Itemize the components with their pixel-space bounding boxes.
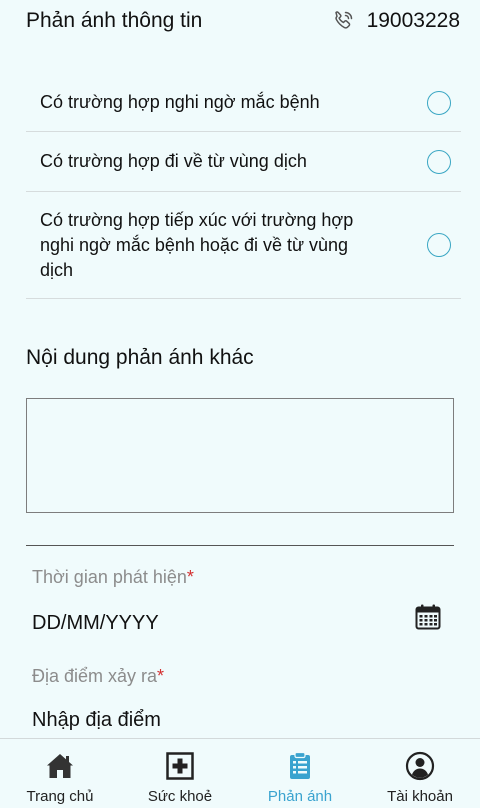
calendar-icon[interactable]	[415, 604, 441, 630]
hotline[interactable]: 19003228	[331, 9, 460, 33]
location-label-text: Địa điểm xảy ra	[32, 666, 158, 686]
nav-label: Sức khoẻ	[147, 788, 213, 805]
nav-item-home[interactable]: Trang chủ	[0, 739, 120, 808]
radio-button[interactable]	[427, 90, 451, 115]
nav-label: Trang chủ	[26, 788, 94, 805]
page-title: Phản ánh thông tin	[26, 9, 203, 32]
medical-cross-icon	[166, 752, 194, 780]
report-options: Có trường hợp nghi ngờ mắc bệnh Có trườn…	[26, 74, 461, 299]
option-from-epidemic-area[interactable]: Có trường hợp đi về từ vùng dịch	[26, 132, 461, 192]
radio-button[interactable]	[427, 149, 451, 174]
divider	[26, 545, 454, 546]
option-label: Có trường hợp nghi ngờ mắc bệnh	[40, 92, 320, 112]
other-content-textarea[interactable]	[26, 398, 454, 513]
option-label: Có trường hợp đi về từ vùng dịch	[40, 151, 307, 171]
nav-item-report[interactable]: Phản ánh	[240, 739, 360, 808]
detection-time-label: Thời gian phát hiện*	[32, 567, 194, 588]
phone-icon	[334, 11, 352, 29]
bottom-nav: Trang chủ Sức khoẻ Phản ánh Tài khoản	[0, 738, 480, 808]
clipboard-icon	[290, 751, 310, 779]
option-suspected-case[interactable]: Có trường hợp nghi ngờ mắc bệnh	[26, 74, 461, 132]
radio-button[interactable]	[427, 233, 451, 257]
required-mark: *	[157, 666, 165, 686]
other-content-title: Nội dung phản ánh khác	[26, 346, 254, 369]
location-label: Địa điểm xảy ra*	[32, 666, 164, 687]
header: Phản ánh thông tin 19003228	[0, 0, 480, 46]
option-label: Có trường hợp tiếp xúc với trường hợp ng…	[40, 209, 354, 280]
required-mark: *	[186, 567, 194, 587]
nav-label: Tài khoản	[387, 788, 453, 805]
nav-item-account[interactable]: Tài khoản	[360, 739, 480, 808]
option-contact-case[interactable]: Có trường hợp tiếp xúc với trường hợp ng…	[26, 192, 461, 299]
nav-item-health[interactable]: Sức khoẻ	[120, 739, 240, 808]
phone-number[interactable]: 19003228	[367, 9, 460, 33]
location-input[interactable]: Nhập địa điểm	[32, 709, 161, 732]
detection-time-label-text: Thời gian phát hiện	[32, 567, 187, 587]
nav-label: Phản ánh	[267, 788, 333, 805]
user-icon	[405, 751, 435, 781]
home-icon	[47, 754, 73, 778]
detection-time-input[interactable]: DD/MM/YYYY	[32, 612, 159, 635]
